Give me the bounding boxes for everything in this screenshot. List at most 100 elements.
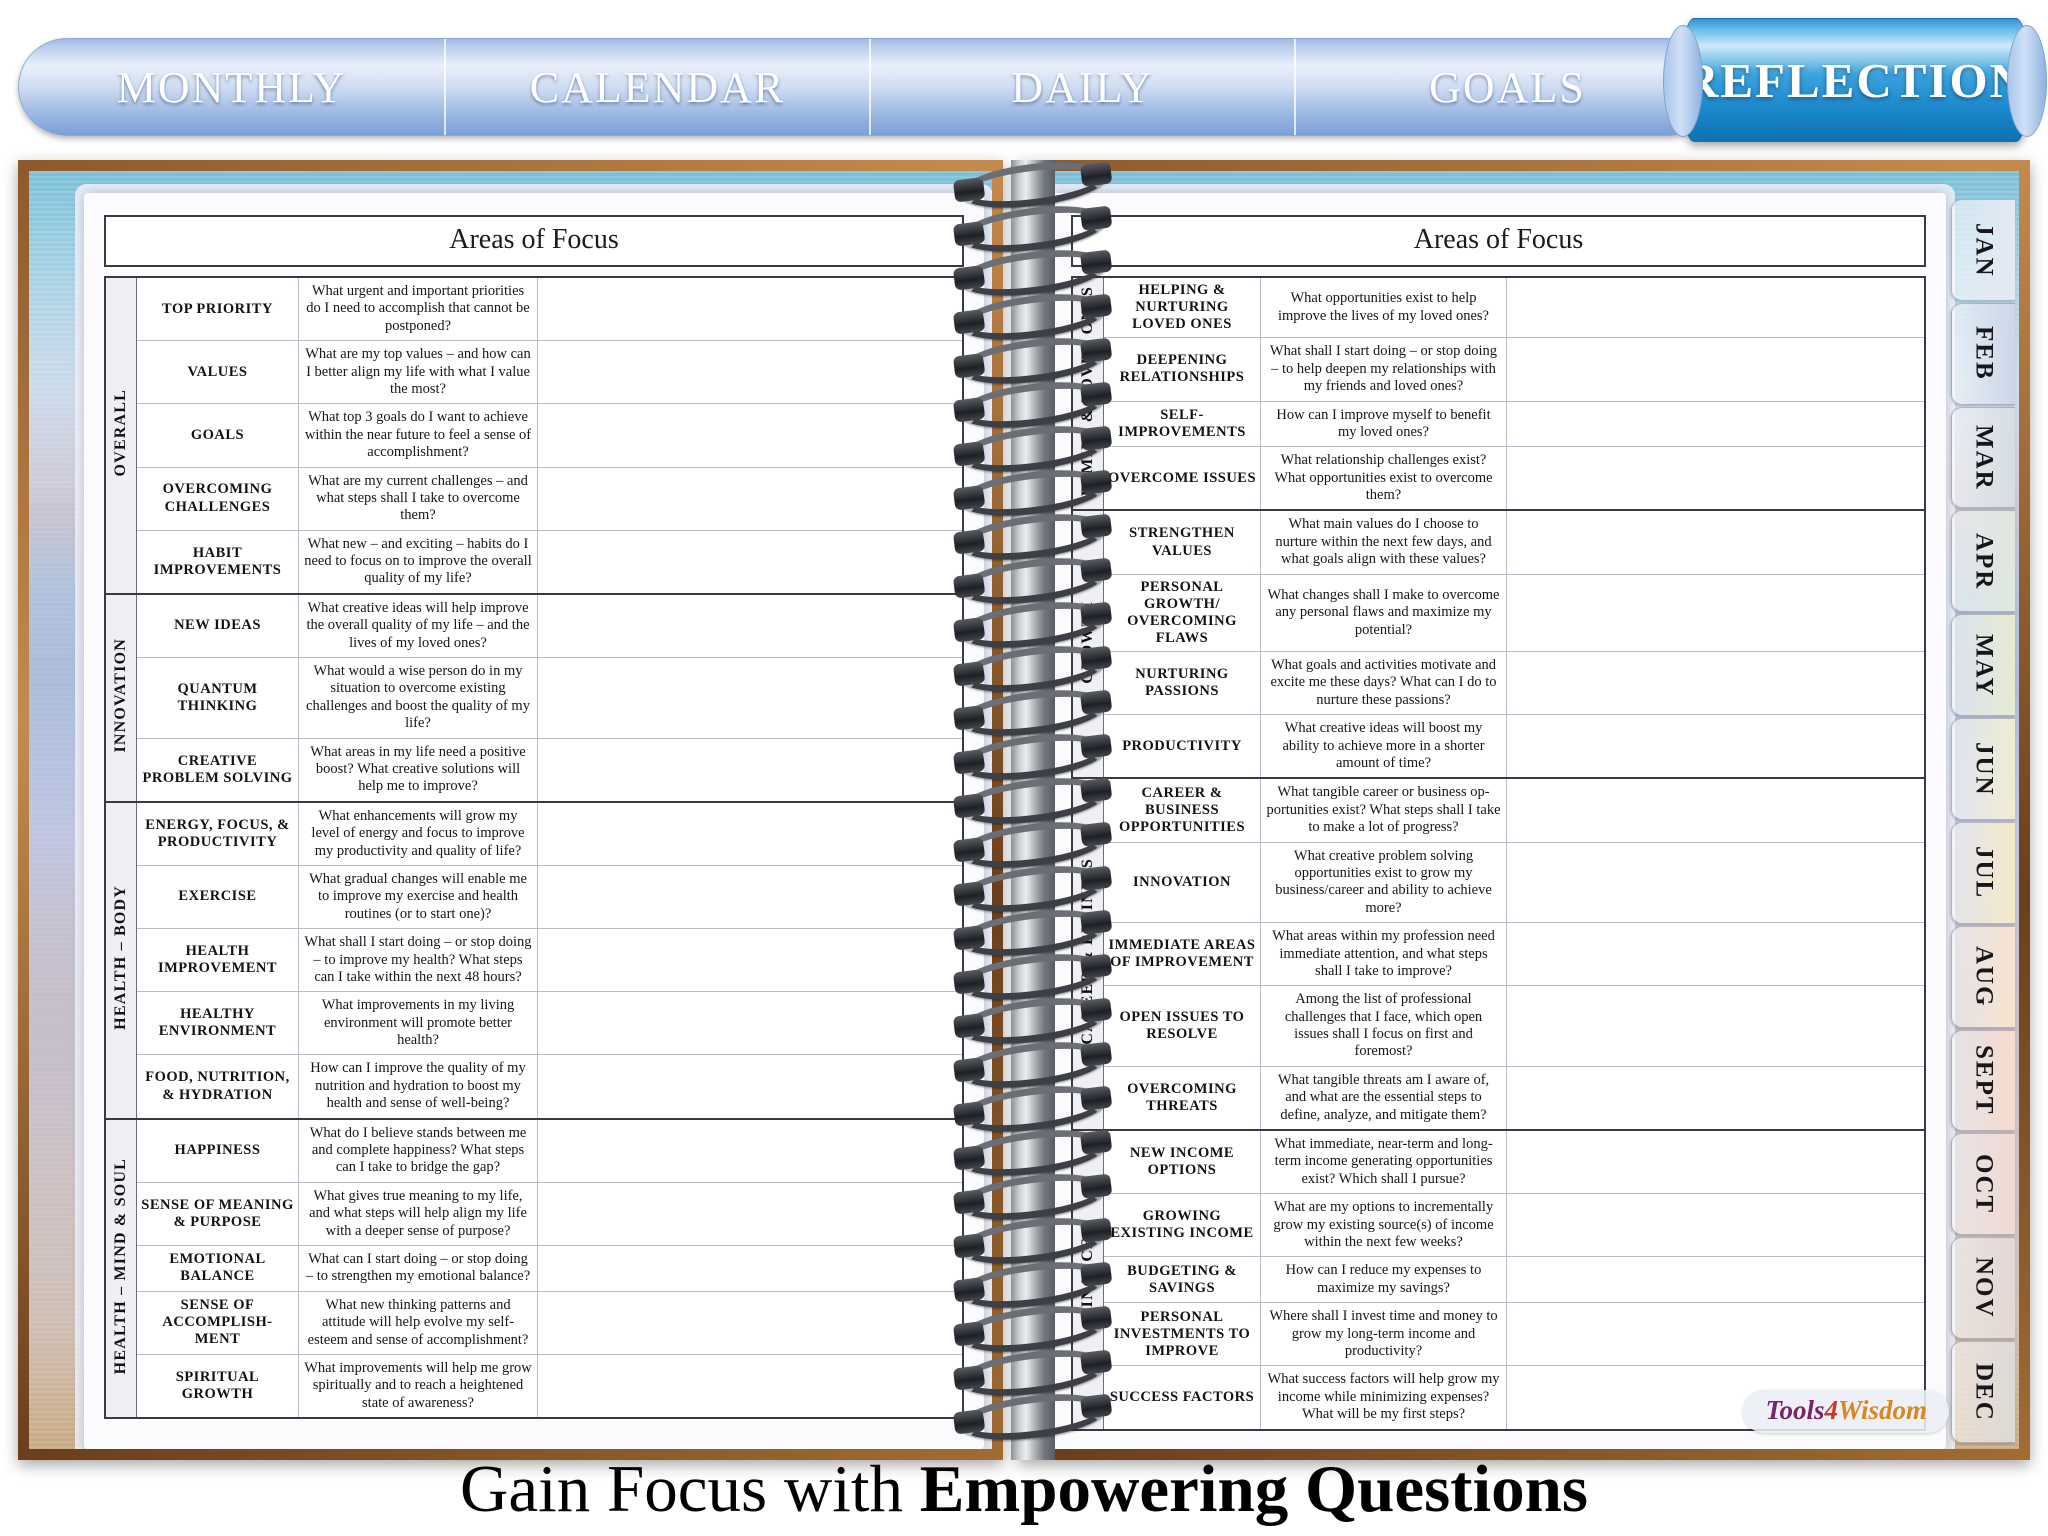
table-row: SENSE OF MEANING & PURPOSE What gives tru… [105,1181,964,1246]
answer-write-in-cell[interactable] [1506,922,1926,987]
tab-goals[interactable]: GOALS [1294,39,1719,135]
tab-label: MONTHLY [116,62,347,112]
category-label-text: INNOVATION [112,638,129,753]
answer-write-in-cell[interactable] [1506,509,1926,575]
tab-calendar[interactable]: CALENDAR [444,39,869,135]
area-name-cell: QUANTUM THINKING [136,657,299,739]
logo-part-tools: Tools [1765,1395,1825,1425]
prompt-question-cell: What improvements in my living environme… [298,991,538,1056]
answer-write-in-cell[interactable] [537,529,964,595]
answer-write-in-cell[interactable] [1506,337,1926,402]
month-tab-sept[interactable]: SEPT [1951,1029,2015,1132]
answer-write-in-cell[interactable] [537,403,964,468]
answer-write-in-cell[interactable] [537,1244,964,1292]
answer-write-in-cell[interactable] [1506,841,1926,924]
month-tab-nov[interactable]: NOV [1951,1237,2015,1340]
area-name-cell: HAPPINESS [136,1117,299,1183]
answer-write-in-cell[interactable] [537,991,964,1056]
area-name-cell: HELPING & NURTURING LOVED ONES [1103,276,1261,339]
answer-write-in-cell[interactable] [1506,651,1926,716]
answer-write-in-cell[interactable] [1506,446,1926,511]
answer-write-in-cell[interactable] [537,737,964,803]
answer-write-in-cell[interactable] [537,657,964,739]
answer-write-in-cell[interactable] [1506,1302,1926,1367]
answer-write-in-cell[interactable] [537,800,964,866]
prompt-question-cell: What gradual changes will enable me to i… [298,864,538,930]
month-tab-feb[interactable]: FEB [1951,302,2015,405]
tab-monthly[interactable]: MONTHLY [19,39,444,135]
prompt-question-cell: What enhancements will grow my level of … [298,800,538,866]
answer-write-in-cell[interactable] [537,1117,964,1183]
spiral-coil [956,551,1110,611]
month-tab-jun[interactable]: JUN [1951,718,2015,820]
answer-write-in-cell[interactable] [1506,1256,1926,1304]
answer-write-in-cell[interactable] [537,928,964,993]
answer-write-in-cell[interactable] [537,1181,964,1246]
prompt-question-cell: What shall I start doing – or stop doing… [298,928,538,993]
prompt-question-cell: What can I start doing – or stop doing –… [298,1244,538,1292]
answer-write-in-cell[interactable] [537,592,964,659]
answer-write-in-cell[interactable] [537,1353,964,1419]
tab-reflection[interactable]: REFLECTION [1663,18,2047,142]
table-row: OPEN ISSUES TO RESOLVE Among the list of … [1072,985,1926,1067]
area-name-cell: SUCCESS FACTORS [1103,1365,1261,1431]
month-tab-aug[interactable]: AUG [1951,925,2015,1028]
area-name-cell: ENERGY, FOCUS, & PRODUCTIVITY [136,800,299,866]
month-tab-apr[interactable]: APR [1951,510,2015,613]
caption-light: Gain Focus with [460,1452,920,1526]
answer-write-in-cell[interactable] [1506,1129,1926,1195]
table-row: OVERCOME ISSUES What relationship challen… [1072,446,1926,511]
month-tab-label: DEC [1970,1362,1998,1422]
prompt-question-cell: Among the list of professional challenge… [1260,985,1507,1067]
table-row: FINANCE NEW INCOME OPTIONS What immediate,… [1071,1129,1926,1431]
answer-write-in-cell[interactable] [1506,714,1926,779]
month-tab-dec[interactable]: DEC [1951,1341,2015,1443]
month-tab-oct[interactable]: OCT [1951,1133,2015,1236]
category-label-text: OVERALL [112,389,129,477]
answer-write-in-cell[interactable] [537,864,964,930]
spiral-coil [956,1343,1110,1403]
spiral-coil [956,1167,1110,1227]
answer-write-in-cell[interactable] [1506,777,1926,843]
spiral-coil [956,419,1110,479]
table-row: SPIRITUAL GROWTH What improvements will h… [105,1353,964,1419]
area-name-cell: EMOTIONAL BALANCE [136,1244,299,1292]
table-row: HEALTHY ENVIRONMENT What improvements in … [105,991,964,1056]
answer-write-in-cell[interactable] [1506,1065,1926,1131]
answer-write-in-cell[interactable] [1506,1193,1926,1258]
answer-write-in-cell[interactable] [1506,276,1926,339]
spiral-coil [956,375,1110,435]
spiral-coil [956,727,1110,787]
month-tab-jan[interactable]: JAN [1951,199,2015,301]
table-row: VALUES What are my top values – and how c… [105,340,964,405]
answer-write-in-cell[interactable] [537,340,964,405]
answer-write-in-cell[interactable] [1506,573,1926,653]
month-tab-jul[interactable]: JUL [1951,821,2015,924]
spiral-coil [956,287,1110,347]
area-name-cell: HEALTH IMPROVEMENT [136,928,299,993]
answer-write-in-cell[interactable] [537,276,964,342]
table-row: PERSONAL GROWTH/ OVERCOMING FLAWS What ch… [1072,573,1926,653]
area-name-cell: HEALTHY ENVIRONMENT [136,991,299,1056]
tab-daily[interactable]: DAILY [869,39,1294,135]
prompt-question-cell: How can I improve myself to benefit my l… [1260,400,1507,448]
month-tab-may[interactable]: MAY [1951,614,2015,717]
table-row: GROWTH STRENGTHEN VALUES What main values … [1071,509,1926,779]
prompt-question-cell: What areas within my profession need imm… [1260,922,1507,987]
answer-write-in-cell[interactable] [537,466,964,531]
month-tab-mar[interactable]: MAR [1951,406,2015,509]
right-areas-of-focus-title: Areas of Focus [1071,215,1926,267]
category-label: INNOVATION [104,592,137,803]
answer-write-in-cell[interactable] [537,1290,964,1355]
answer-write-in-cell[interactable] [1506,400,1926,448]
prompt-question-cell: What are my options to incrementally gro… [1260,1193,1507,1258]
answer-write-in-cell[interactable] [537,1054,964,1120]
area-name-cell: NEW INCOME OPTIONS [1103,1129,1261,1195]
area-name-cell: OVERCOME ISSUES [1103,446,1261,511]
spiral-coil [956,1211,1110,1271]
tab-label: GOALS [1429,62,1586,112]
prompt-question-cell: What success factors will help grow my i… [1260,1365,1507,1431]
answer-write-in-cell[interactable] [1506,985,1926,1067]
left-focus-table: OVERALL TOP PRIORITY What urgent and impor… [104,276,964,1420]
table-row: INNOVATION What creative problem solving … [1072,841,1926,924]
